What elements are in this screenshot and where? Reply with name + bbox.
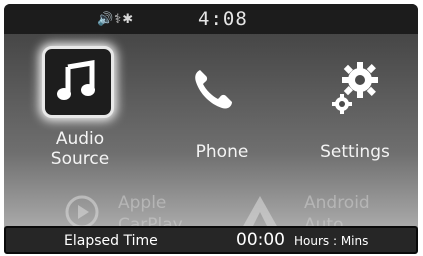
music-note-icon (57, 60, 95, 100)
phone-label: Phone (195, 142, 249, 162)
elapsed-time-value: 00:00 (236, 230, 285, 250)
gear-icon[interactable] (322, 56, 386, 120)
play-circle-icon (65, 195, 99, 229)
apple-line1: Apple (118, 193, 167, 213)
status-icons: 🔊⚕✱ (97, 12, 135, 27)
phone-icon[interactable] (190, 66, 236, 112)
audio-source-label: Audio Source (40, 129, 120, 169)
audio-label-line1: Audio (55, 129, 105, 149)
clock: 4:08 (198, 8, 248, 30)
audio-label-line2: Source (50, 149, 110, 169)
head-unit-screen: 🔊⚕✱ 4:08 Audio Source Phone Settings App… (4, 4, 418, 252)
settings-label: Settings (320, 142, 390, 162)
elapsed-time-unit: Hours : Mins (294, 234, 369, 248)
audio-source-button[interactable] (42, 46, 114, 118)
elapsed-time-bar: Elapsed Time 00:00 Hours : Mins (4, 226, 418, 254)
elapsed-time-label: Elapsed Time (64, 233, 158, 249)
android-auto-icon (242, 196, 278, 228)
android-line1: Android (304, 193, 370, 213)
status-bar: 🔊⚕✱ 4:08 (4, 4, 418, 34)
